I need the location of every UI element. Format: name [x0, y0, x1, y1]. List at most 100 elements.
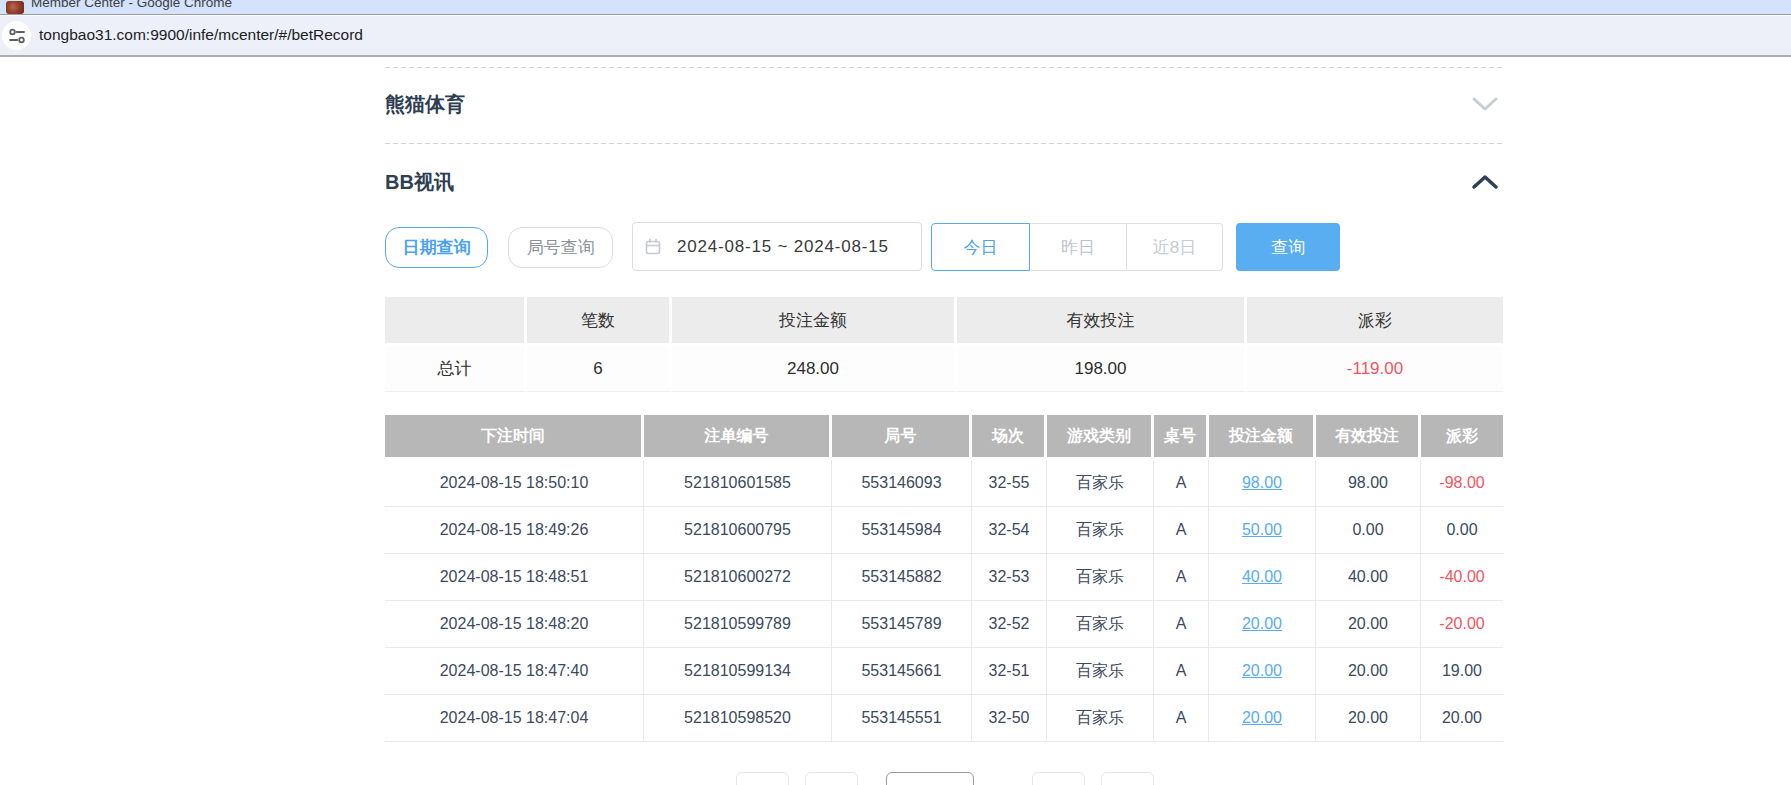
bet-cell: 32-52	[972, 601, 1047, 647]
pagination-page-select[interactable]	[886, 772, 974, 785]
bet-cell: 20.00	[1316, 648, 1421, 694]
site-settings-button[interactable]	[2, 21, 31, 50]
bet-amount-link[interactable]: 20.00	[1209, 601, 1316, 647]
today-button[interactable]: 今日	[931, 223, 1030, 271]
round-query-button[interactable]: 局号查询	[508, 227, 613, 268]
bet-records-table: 下注时间注单编号局号场次游戏类别桌号投注金额有效投注派彩 2024-08-15 …	[385, 415, 1503, 742]
bet-cell: 553145551	[832, 695, 972, 741]
summary-header-cell: 投注金额	[672, 297, 957, 343]
bet-header-cell: 有效投注	[1316, 415, 1421, 457]
bet-amount-link[interactable]: 40.00	[1209, 554, 1316, 600]
bet-cell: 20.00	[1316, 601, 1421, 647]
summary-table: 笔数投注金额有效投注派彩 总计6248.00198.00-119.00	[385, 297, 1503, 392]
payout-cell: -98.00	[1421, 460, 1503, 506]
date-query-button[interactable]: 日期查询	[385, 227, 488, 268]
bet-table-row: 2024-08-15 18:48:51521810600272553145882…	[385, 554, 1503, 601]
bet-cell: 百家乐	[1047, 554, 1154, 600]
date-range-input[interactable]: 2024-08-15 ~ 2024-08-15	[632, 222, 922, 271]
bet-cell: 40.00	[1316, 554, 1421, 600]
summary-header-cell: 笔数	[527, 297, 672, 343]
bet-cell: 百家乐	[1047, 507, 1154, 553]
bet-cell: 32-53	[972, 554, 1047, 600]
search-button[interactable]: 查询	[1236, 223, 1340, 271]
divider	[385, 143, 1503, 144]
bet-cell: 32-51	[972, 648, 1047, 694]
bet-cell: 521810600272	[644, 554, 832, 600]
bet-cell: 百家乐	[1047, 460, 1154, 506]
bet-cell: A	[1154, 507, 1209, 553]
bet-header-cell: 局号	[832, 415, 972, 457]
bet-header-cell: 注单编号	[644, 415, 832, 457]
bet-cell: 2024-08-15 18:49:26	[385, 507, 644, 553]
bet-cell: 521810599134	[644, 648, 832, 694]
bet-cell: 553145789	[832, 601, 972, 647]
bet-cell: 2024-08-15 18:48:51	[385, 554, 644, 600]
bet-amount-link[interactable]: 20.00	[1209, 695, 1316, 741]
last8days-button[interactable]: 近8日	[1127, 223, 1223, 271]
bet-cell: 553146093	[832, 460, 972, 506]
chevron-up-icon[interactable]	[1472, 174, 1498, 189]
summary-value-cell: 总计	[385, 346, 527, 392]
pagination-last-button[interactable]	[1101, 772, 1154, 785]
summary-value-cell: 198.00	[957, 346, 1247, 392]
payout-cell: 19.00	[1421, 648, 1503, 694]
window-title: Member Center - Google Chrome	[31, 0, 232, 10]
bet-cell: 百家乐	[1047, 601, 1154, 647]
bet-cell: 553145882	[832, 554, 972, 600]
bet-table-row: 2024-08-15 18:50:10521810601585553146093…	[385, 460, 1503, 507]
bet-cell: A	[1154, 554, 1209, 600]
pagination-prev-button[interactable]	[805, 772, 858, 785]
bet-cell: 2024-08-15 18:47:04	[385, 695, 644, 741]
bet-cell: 32-55	[972, 460, 1047, 506]
tune-icon	[7, 26, 27, 46]
bet-cell: 百家乐	[1047, 648, 1154, 694]
pagination-next-button[interactable]	[1032, 772, 1085, 785]
calendar-icon	[645, 238, 661, 255]
bet-cell: A	[1154, 648, 1209, 694]
payout-cell: 0.00	[1421, 507, 1503, 553]
bet-cell: 521810599789	[644, 601, 832, 647]
bet-cell: A	[1154, 601, 1209, 647]
bet-amount-link[interactable]: 50.00	[1209, 507, 1316, 553]
bet-table-row: 2024-08-15 18:47:40521810599134553145661…	[385, 648, 1503, 695]
bet-header-cell: 场次	[972, 415, 1047, 457]
bet-header-cell: 下注时间	[385, 415, 644, 457]
payout-cell: -20.00	[1421, 601, 1503, 647]
bet-amount-link[interactable]: 98.00	[1209, 460, 1316, 506]
bet-table-row: 2024-08-15 18:47:04521810598520553145551…	[385, 695, 1503, 742]
summary-header-row: 笔数投注金额有效投注派彩	[385, 297, 1503, 343]
bet-cell: A	[1154, 460, 1209, 506]
payout-cell: 20.00	[1421, 695, 1503, 741]
chevron-down-icon[interactable]	[1472, 97, 1498, 112]
bet-table-row: 2024-08-15 18:48:20521810599789553145789…	[385, 601, 1503, 648]
bet-header-cell: 派彩	[1421, 415, 1503, 457]
bet-cell: 32-50	[972, 695, 1047, 741]
yesterday-button[interactable]: 昨日	[1030, 223, 1127, 271]
section-title-panda-sports[interactable]: 熊猫体育	[385, 91, 465, 118]
bet-header-cell: 桌号	[1154, 415, 1209, 457]
bet-cell: 553145661	[832, 648, 972, 694]
bet-cell: 20.00	[1316, 695, 1421, 741]
bet-table-row: 2024-08-15 18:49:26521810600795553145984…	[385, 507, 1503, 554]
bet-cell: 2024-08-15 18:47:40	[385, 648, 644, 694]
section-title-bb-video[interactable]: BB视讯	[385, 169, 454, 196]
summary-header-cell: 派彩	[1247, 297, 1503, 343]
bet-table-body: 2024-08-15 18:50:10521810601585553146093…	[385, 460, 1503, 742]
browser-address-bar: tongbao31.com:9900/infe/mcenter/#/betRec…	[0, 16, 1791, 57]
bet-amount-link[interactable]: 20.00	[1209, 648, 1316, 694]
bet-cell: 0.00	[1316, 507, 1421, 553]
url-text: tongbao31.com:9900/infe/mcenter/#/betRec…	[39, 26, 363, 44]
bet-header-cell: 投注金额	[1209, 415, 1316, 457]
site-favicon	[6, 1, 24, 14]
pagination-first-button[interactable]	[736, 772, 789, 785]
summary-total-row: 总计6248.00198.00-119.00	[385, 343, 1503, 392]
date-range-value: 2024-08-15 ~ 2024-08-15	[677, 237, 889, 257]
page-content: 熊猫体育 BB视讯 日期查询 局号查询 2024-08-15 ~ 2024-08…	[0, 57, 1791, 785]
bet-cell: 521810600795	[644, 507, 832, 553]
bet-cell: 521810601585	[644, 460, 832, 506]
divider	[385, 67, 1503, 68]
bet-cell: 98.00	[1316, 460, 1421, 506]
quick-date-segments: 今日 昨日 近8日	[931, 223, 1223, 271]
bet-header-cell: 游戏类别	[1047, 415, 1154, 457]
bet-table-header-row: 下注时间注单编号局号场次游戏类别桌号投注金额有效投注派彩	[385, 415, 1503, 457]
